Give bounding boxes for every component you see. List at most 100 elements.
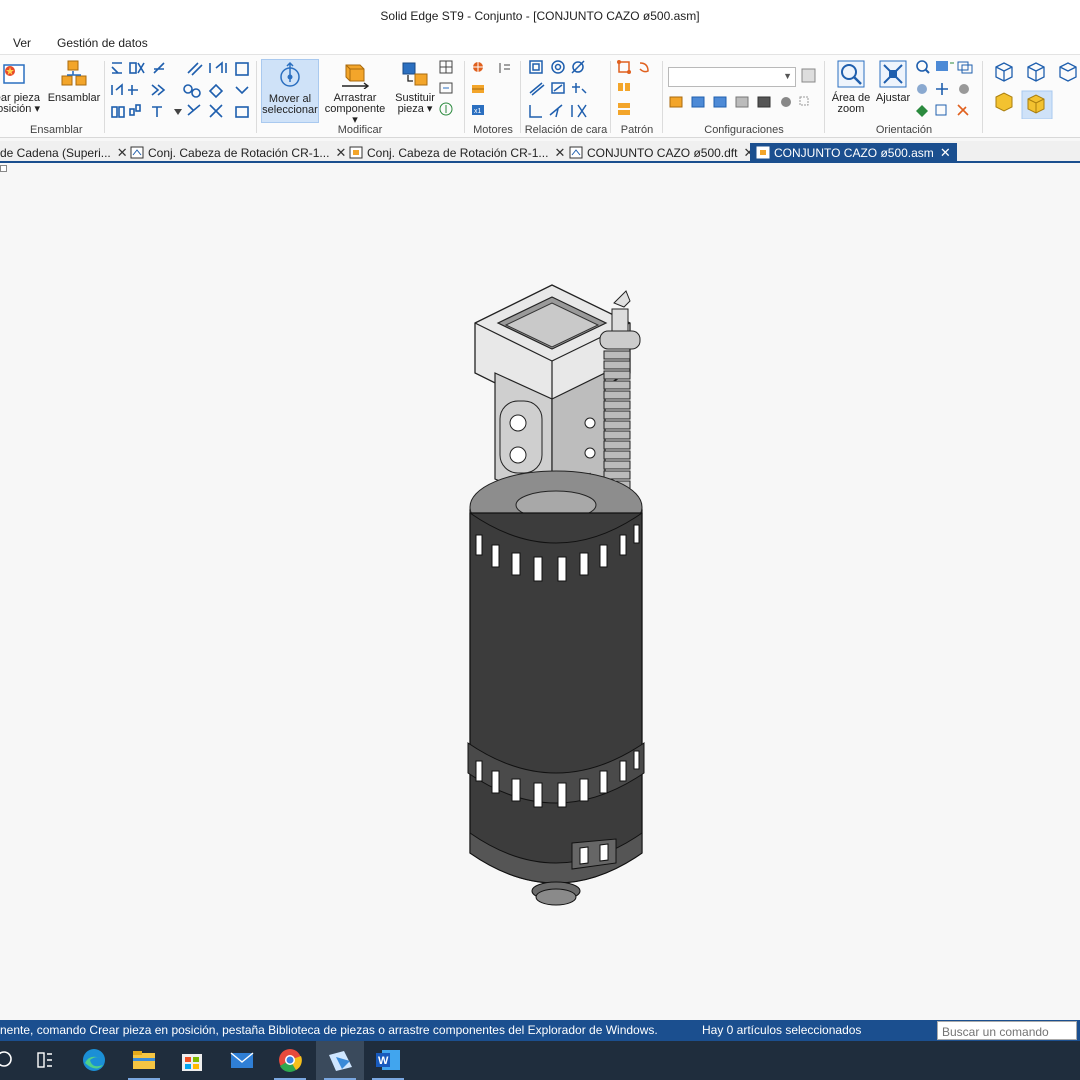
- store-button[interactable]: [168, 1041, 216, 1080]
- motor-icons: x1: [472, 61, 510, 115]
- relations-icons: [111, 61, 249, 118]
- ribbon-separator: [256, 61, 257, 133]
- zoom-area-label: Área de zoom: [831, 92, 871, 115]
- group-configuraciones-label: Configuraciones: [704, 124, 784, 136]
- pattern-icons: [617, 60, 649, 115]
- fit-label: Ajustar: [875, 92, 911, 104]
- draft-file-icon: [569, 146, 583, 159]
- configuration-icons: [669, 96, 809, 108]
- assembly-file-icon: [349, 146, 363, 159]
- assemble-button[interactable]: Ensamblar: [46, 59, 102, 123]
- create-part-in-place-button[interactable]: ear piezaosición ▾: [0, 59, 44, 123]
- drag-component-button[interactable]: Arrastrar componente ▾: [322, 59, 388, 126]
- canvas-corner-handle[interactable]: [0, 165, 7, 172]
- svg-text:x1: x1: [474, 108, 482, 115]
- group-patron-label: Patrón: [620, 124, 654, 136]
- move-to-select-button[interactable]: Mover al seleccionar: [261, 59, 319, 123]
- tab-conjunto-cazo-asm[interactable]: CONJUNTO CAZO ø500.asm ✕: [750, 143, 957, 162]
- edge-icon: [83, 1049, 105, 1071]
- graphics-window[interactable]: [0, 163, 1080, 1020]
- assemble-label: Ensamblar: [47, 92, 101, 104]
- windows-taskbar: W: [0, 1041, 1080, 1080]
- zoom-area-icon: [837, 60, 865, 88]
- tab-cabeza-rotacion-asm[interactable]: Conj. Cabeza de Rotación CR-1... ✕: [349, 143, 565, 162]
- document-tab-bar: de Cadena (Superi... ✕ Conj. Cabeza de Ro…: [0, 141, 1080, 163]
- menu-bar: Ver Gestión de datos: [0, 32, 1080, 54]
- edge-button[interactable]: [70, 1041, 118, 1080]
- configuration-combo[interactable]: ▼: [668, 67, 796, 87]
- move-select-icon: [280, 61, 300, 87]
- store-icon: [182, 1054, 202, 1071]
- close-icon[interactable]: ✕: [335, 145, 346, 160]
- group-modificar-label: Modificar: [337, 124, 383, 136]
- replace-part-button[interactable]: Sustituir pieza ▾: [392, 59, 438, 123]
- group-relacion-cara: Relación de cara: [522, 55, 610, 137]
- close-icon[interactable]: ✕: [117, 145, 128, 160]
- window-title: Solid Edge ST9 - Conjunto - [CONJUNTO CA…: [0, 0, 1080, 32]
- ribbon-separator: [104, 61, 105, 133]
- tab-label: CONJUNTO CAZO ø500.dft: [587, 146, 738, 160]
- assembly-file-icon: [756, 146, 770, 159]
- tab-label: CONJUNTO CAZO ø500.asm: [774, 146, 934, 160]
- create-part-icon: [3, 64, 25, 84]
- chrome-icon: [279, 1049, 302, 1072]
- task-view-icon: [37, 1052, 52, 1068]
- zoom-area-button[interactable]: Área de zoom: [828, 59, 874, 123]
- tab-label: Conj. Cabeza de Rotación CR-1...: [148, 146, 330, 160]
- move-select-label: Mover al seleccionar: [262, 93, 318, 116]
- close-icon[interactable]: ✕: [940, 145, 951, 160]
- replace-part-label: Sustituir pieza: [395, 92, 435, 115]
- group-orientacion: Área de zoom Ajustar Orientación: [826, 55, 982, 137]
- ribbon-separator: [520, 61, 521, 133]
- chevron-down-icon: ▼: [783, 71, 792, 81]
- solid-edge-window: Solid Edge ST9 - Conjunto - [CONJUNTO CA…: [0, 0, 1080, 1080]
- group-modificar: Mover al seleccionar Arrastrar component…: [258, 55, 462, 137]
- menu-item-gestion-datos[interactable]: Gestión de datos: [57, 36, 148, 50]
- close-icon[interactable]: ✕: [554, 145, 565, 160]
- ribbon-separator: [824, 61, 825, 133]
- tab-label: de Cadena (Superi...: [0, 146, 111, 160]
- tab-cadena-superi[interactable]: de Cadena (Superi... ✕: [0, 143, 128, 162]
- command-search-box[interactable]: [937, 1021, 1077, 1041]
- ribbon-separator: [464, 61, 465, 133]
- view-style-icons: [995, 62, 1077, 119]
- mail-button[interactable]: [218, 1041, 266, 1080]
- tab-conjunto-cazo-dft[interactable]: CONJUNTO CAZO ø500.dft ✕: [569, 143, 754, 162]
- file-explorer-icon: [133, 1051, 155, 1069]
- fit-button[interactable]: Ajustar: [874, 59, 912, 123]
- tab-label: Conj. Cabeza de Rotación CR-1...: [367, 146, 549, 160]
- svg-text:W: W: [378, 1055, 389, 1067]
- ribbon: ear piezaosición ▾ Ensamblar Ensamblar: [0, 54, 1080, 138]
- assembly-model-3d[interactable]: [440, 273, 660, 913]
- group-relacion-cara-label: Relación de cara: [524, 124, 608, 136]
- group-motores-label: Motores: [473, 124, 513, 136]
- drag-component-label: Arrastrar componente: [324, 92, 386, 115]
- task-view-button[interactable]: [20, 1041, 68, 1080]
- solid-edge-icon: [329, 1051, 352, 1071]
- menu-item-ver[interactable]: Ver: [13, 36, 31, 50]
- assemble-icon: [61, 60, 87, 86]
- group-patron: Patrón: [612, 55, 662, 137]
- config-save-icon[interactable]: [800, 67, 818, 85]
- draft-file-icon: [130, 146, 144, 159]
- orientation-small-icons: [916, 60, 973, 117]
- file-explorer-button[interactable]: [120, 1041, 168, 1080]
- face-relation-icons: [529, 60, 587, 118]
- tab-cabeza-rotacion-dft[interactable]: Conj. Cabeza de Rotación CR-1... ✕: [130, 143, 346, 162]
- word-icon: W: [376, 1050, 400, 1070]
- selection-count: Hay 0 artículos seleccionados: [702, 1023, 862, 1037]
- group-ensamblar: ear piezaosición ▾ Ensamblar Ensamblar: [0, 55, 104, 137]
- group-motores: x1 Motores: [466, 55, 520, 137]
- word-button[interactable]: W: [364, 1041, 412, 1080]
- modify-small-icons: [439, 60, 453, 116]
- solid-edge-button[interactable]: [316, 1041, 364, 1080]
- group-relations: [106, 55, 254, 137]
- command-search-input[interactable]: [938, 1023, 1076, 1041]
- group-view-style: [984, 55, 1080, 137]
- chrome-button[interactable]: [266, 1041, 314, 1080]
- ribbon-separator: [982, 61, 983, 133]
- status-message: nente, comando Crear pieza en posición, …: [0, 1023, 658, 1037]
- group-ensamblar-label: Ensamblar: [30, 124, 83, 136]
- group-orientacion-label: Orientación: [875, 124, 933, 136]
- drag-component-icon: [342, 64, 370, 89]
